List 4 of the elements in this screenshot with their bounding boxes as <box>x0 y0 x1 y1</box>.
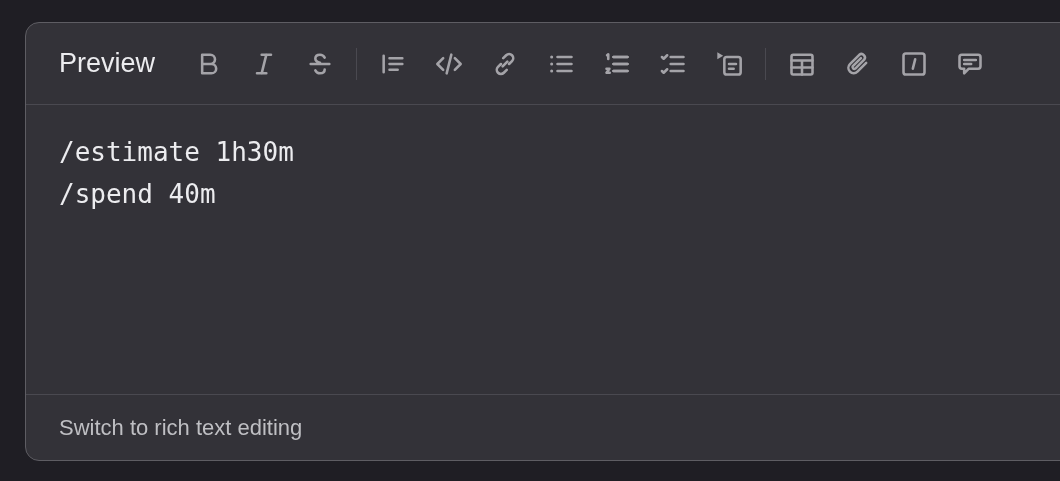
rich-text-link[interactable]: Switch to rich text editing <box>59 411 303 444</box>
code-line: /estimate 1h30m <box>59 136 295 169</box>
code-line: /spend 40m <box>59 178 217 211</box>
preview-button[interactable]: Preview <box>50 39 165 88</box>
